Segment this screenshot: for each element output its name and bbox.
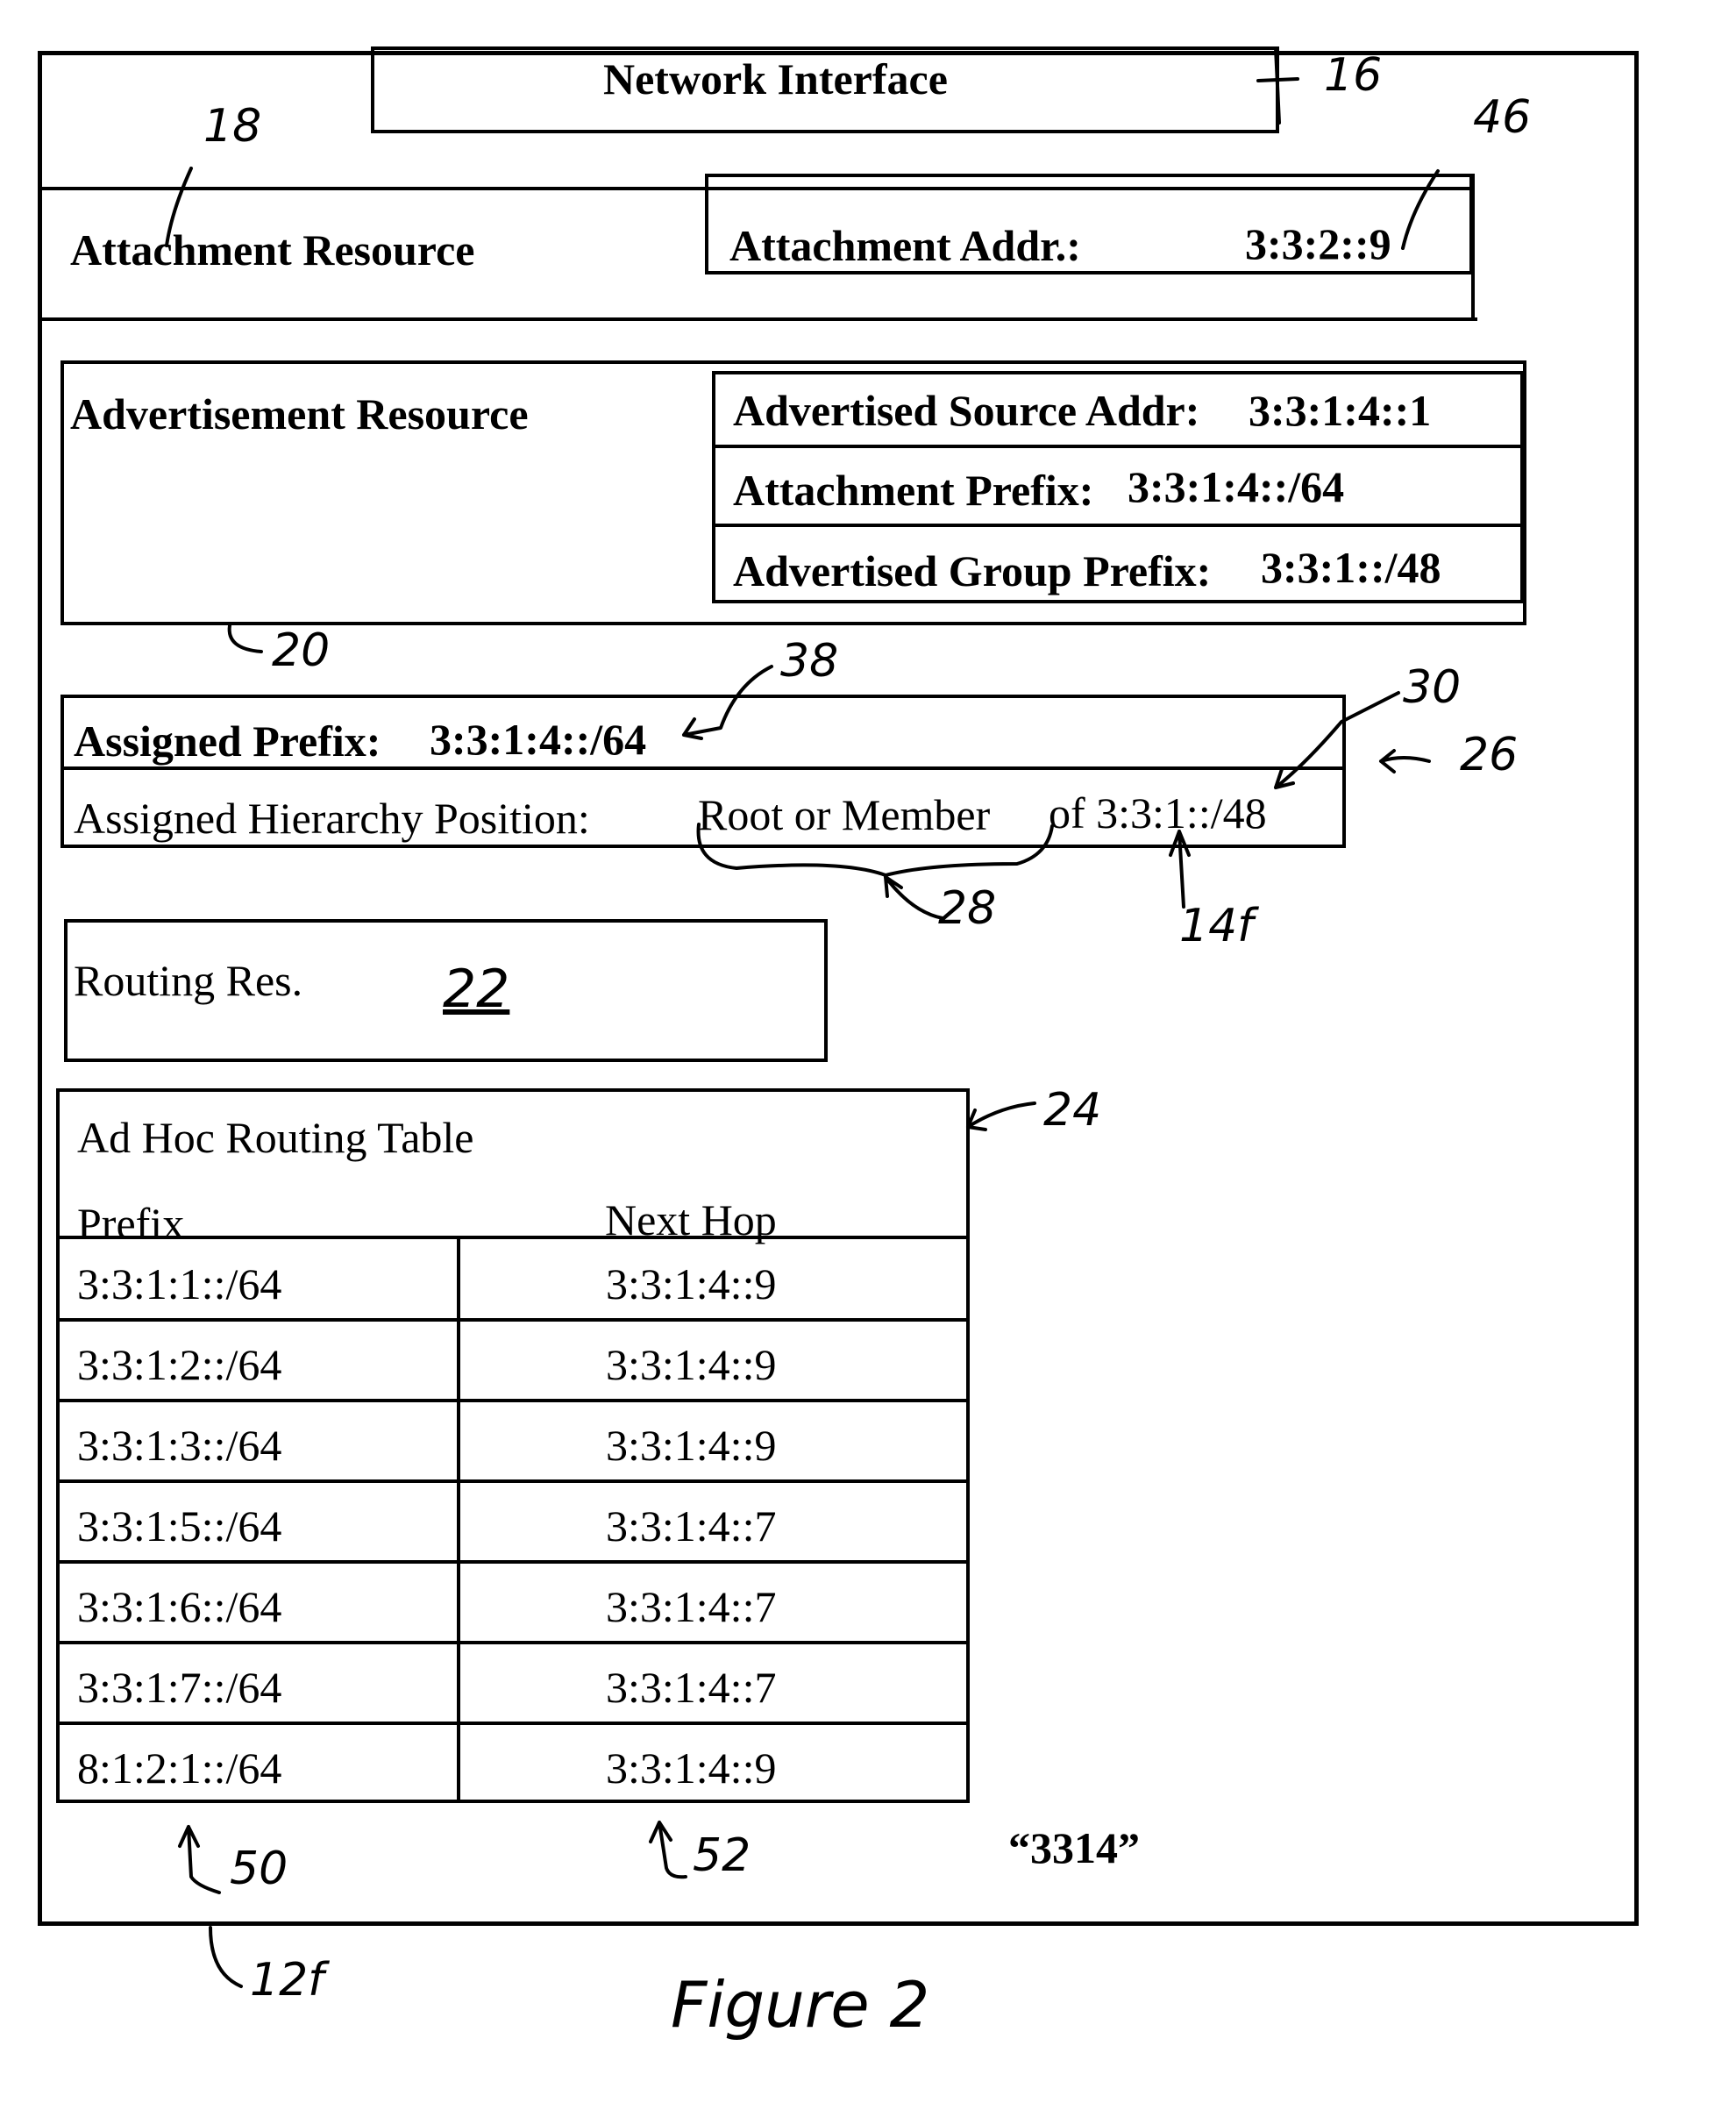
network-interface-label: Network Interface	[603, 54, 948, 103]
ref-50: 50	[230, 1843, 288, 1895]
ref-38: 38	[780, 635, 839, 688]
table-row: 3:3:1:7::/64 3:3:1:4::7	[56, 1641, 970, 1722]
prefix-cell: 3:3:1:6::/64	[77, 1582, 282, 1631]
footer-label: “3314”	[1008, 1823, 1140, 1872]
prefix-cell: 3:3:1:2::/64	[77, 1340, 282, 1389]
attachment-band-bottom	[39, 317, 1477, 321]
next-hop-cell: 3:3:1:4::9	[606, 1340, 777, 1389]
advertised-group-prefix-value: 3:3:1::/48	[1261, 543, 1441, 592]
attachment-address-label: Attachment Addr.:	[729, 221, 1081, 270]
table-row: 3:3:1:5::/64 3:3:1:4::7	[56, 1479, 970, 1560]
ref-46: 46	[1473, 91, 1532, 144]
routing-resource-label: Routing Res.	[74, 956, 303, 1005]
attachment-resource-label: Attachment Resource	[70, 225, 475, 274]
assigned-hierarchy-value: Root or Member	[698, 790, 991, 839]
advertisement-field-divider	[712, 524, 1524, 527]
ref-28: 28	[938, 882, 997, 935]
assigned-prefix-value: 3:3:1:4::/64	[430, 715, 647, 764]
prefix-cell: 3:3:1:3::/64	[77, 1421, 282, 1470]
next-hop-cell: 3:3:1:4::9	[606, 1743, 777, 1793]
table-row: 8:1:2:1::/64 3:3:1:4::9	[56, 1722, 970, 1802]
assigned-hierarchy-label: Assigned Hierarchy Position:	[74, 794, 590, 843]
leader-12f	[209, 1926, 243, 1988]
ref-52: 52	[693, 1829, 751, 1882]
attachment-prefix-value: 3:3:1:4::/64	[1128, 462, 1345, 511]
table-row: 3:3:1:6::/64 3:3:1:4::7	[56, 1560, 970, 1641]
table-row: 3:3:1:2::/64 3:3:1:4::9	[56, 1318, 970, 1399]
prefix-cell: 8:1:2:1::/64	[77, 1743, 282, 1793]
table-row: 3:3:1:1::/64 3:3:1:4::9	[56, 1237, 970, 1318]
next-hop-cell: 3:3:1:4::7	[606, 1582, 777, 1631]
routing-table-title: Ad Hoc Routing Table	[77, 1113, 474, 1162]
prefix-cell: 3:3:1:1::/64	[77, 1259, 282, 1308]
attachment-prefix-label: Attachment Prefix:	[733, 466, 1094, 515]
ref-26: 26	[1460, 729, 1519, 781]
advertised-group-prefix-label: Advertised Group Prefix:	[733, 546, 1212, 595]
advertised-source-addr-value: 3:3:1:4::1	[1249, 386, 1432, 435]
assigned-prefix-label: Assigned Prefix:	[74, 716, 381, 766]
assignment-divider	[60, 766, 1346, 770]
prefix-cell: 3:3:1:5::/64	[77, 1501, 282, 1551]
assigned-hierarchy-group: of 3:3:1::/48	[1049, 788, 1267, 838]
next-hop-cell: 3:3:1:4::9	[606, 1421, 777, 1470]
next-hop-cell: 3:3:1:4::7	[606, 1663, 777, 1712]
attachment-address-value: 3:3:2::9	[1245, 219, 1391, 268]
ref-14f: 14f	[1179, 900, 1254, 952]
next-hop-cell: 3:3:1:4::7	[606, 1501, 777, 1551]
advertised-source-addr-label: Advertised Source Addr:	[733, 386, 1200, 435]
figure-caption: Figure 2	[671, 1968, 930, 2042]
ref-30: 30	[1403, 661, 1462, 714]
ref-12f: 12f	[250, 1954, 324, 2007]
ref-22: 22	[443, 959, 510, 1020]
next-hop-cell: 3:3:1:4::9	[606, 1259, 777, 1308]
prefix-cell: 3:3:1:7::/64	[77, 1663, 282, 1712]
ref-18: 18	[203, 100, 262, 153]
ref-20: 20	[272, 624, 331, 677]
advertisement-resource-label: Advertisement Resource	[70, 389, 529, 438]
advertisement-field-divider	[712, 445, 1524, 448]
ref-24: 24	[1043, 1084, 1102, 1137]
ref-16: 16	[1324, 49, 1383, 102]
table-row: 3:3:1:3::/64 3:3:1:4::9	[56, 1399, 970, 1479]
